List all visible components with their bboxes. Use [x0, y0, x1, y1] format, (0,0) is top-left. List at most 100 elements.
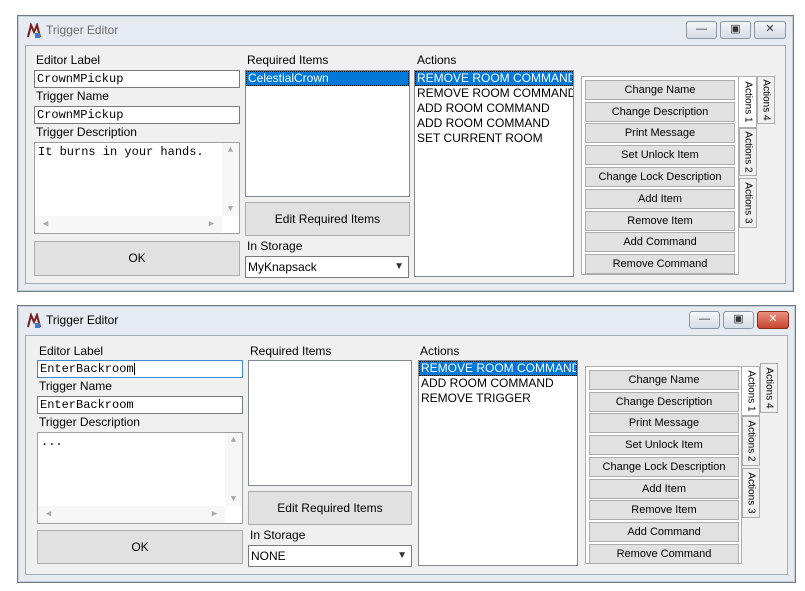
window-title: Trigger Editor — [46, 23, 119, 37]
remove-item-button[interactable]: Remove Item — [589, 500, 739, 520]
trigger-name-field[interactable]: EnterBackroom — [37, 396, 243, 414]
close-icon: ✕ — [765, 23, 775, 35]
remove-item-button[interactable]: Remove Item — [585, 211, 735, 231]
maximize-icon: ▣ — [730, 23, 741, 35]
list-item[interactable]: REMOVE TRIGGER — [419, 391, 577, 406]
maximize-icon: ▣ — [733, 313, 744, 325]
list-item[interactable]: REMOVE ROOM COMMAND — [419, 361, 577, 376]
add-item-button[interactable]: Add Item — [589, 479, 739, 499]
window-client: Editor Label EnterBackroom Trigger Name … — [25, 335, 788, 575]
tab-actions-4[interactable]: Actions 4 — [757, 76, 775, 124]
actions-list[interactable]: REMOVE ROOM COMMAND REMOVE ROOM COMMAND … — [414, 70, 574, 277]
list-item[interactable]: CelestialCrown — [246, 71, 409, 86]
tab-actions-1[interactable]: Actions 1 — [739, 76, 757, 128]
change-lock-description-button[interactable]: Change Lock Description — [585, 167, 735, 187]
tab-actions-2[interactable]: Actions 2 — [742, 416, 760, 466]
scroll-up-icon[interactable]: ▲ — [222, 145, 239, 155]
add-command-button[interactable]: Add Command — [589, 522, 739, 542]
add-command-button[interactable]: Add Command — [585, 232, 735, 252]
required-items-list[interactable] — [248, 360, 412, 486]
trigger-description-field[interactable]: It burns in your hands. ▲ ▼ ◀ ▶ — [34, 142, 240, 234]
scroll-right-icon[interactable]: ▶ — [206, 509, 223, 519]
tab-actions-3[interactable]: Actions 3 — [739, 178, 757, 228]
tab-actions-1[interactable]: Actions 1 — [742, 366, 760, 416]
ok-button[interactable]: OK — [34, 241, 240, 276]
set-unlock-item-button[interactable]: Set Unlock Item — [589, 435, 739, 455]
text-caret — [133, 362, 135, 375]
tab-actions-2[interactable]: Actions 2 — [739, 128, 757, 176]
required-items-caption: Required Items — [250, 344, 332, 358]
minimize-icon: — — [699, 313, 710, 325]
list-item[interactable]: REMOVE ROOM COMMAND — [415, 86, 573, 101]
tab-actions-3[interactable]: Actions 3 — [742, 468, 760, 518]
scroll-down-icon[interactable]: ▼ — [225, 494, 242, 504]
window-client: Editor Label CrownMPickup Trigger Name C… — [25, 45, 786, 284]
scroll-left-icon[interactable]: ◀ — [40, 509, 57, 519]
change-lock-description-button[interactable]: Change Lock Description — [589, 457, 739, 477]
trigger-description-caption: Trigger Description — [36, 125, 137, 139]
horizontal-scrollbar[interactable]: ◀ ▶ — [35, 216, 222, 233]
chevron-down-icon: ▼ — [397, 550, 407, 561]
trigger-name-caption: Trigger Name — [39, 379, 112, 393]
trigger-description-text: ... — [41, 435, 63, 449]
app-icon — [27, 23, 41, 38]
minimize-button[interactable]: — — [689, 311, 720, 329]
editor-label-caption: Editor Label — [36, 53, 101, 67]
tab-actions-4[interactable]: Actions 4 — [760, 363, 778, 413]
list-item[interactable]: ADD ROOM COMMAND — [415, 101, 573, 116]
maximize-button[interactable]: ▣ — [723, 311, 754, 329]
edit-required-items-button[interactable]: Edit Required Items — [245, 202, 410, 236]
chevron-down-icon: ▼ — [394, 261, 404, 272]
ok-button[interactable]: OK — [37, 530, 243, 564]
trigger-name-caption: Trigger Name — [36, 89, 109, 103]
in-storage-select[interactable]: MyKnapsack ▼ — [245, 256, 409, 278]
print-message-button[interactable]: Print Message — [585, 123, 735, 143]
in-storage-caption: In Storage — [250, 528, 306, 542]
close-button[interactable]: ✕ — [757, 311, 789, 329]
close-button[interactable]: ✕ — [754, 21, 786, 39]
edit-required-items-button[interactable]: Edit Required Items — [248, 491, 412, 525]
trigger-editor-window-1: Trigger Editor — ▣ ✕ Editor Label CrownM… — [17, 15, 794, 292]
add-item-button[interactable]: Add Item — [585, 189, 735, 209]
list-item[interactable]: REMOVE ROOM COMMAND — [415, 71, 573, 86]
minimize-icon: — — [696, 23, 707, 35]
required-items-list[interactable]: CelestialCrown — [245, 70, 410, 197]
scroll-up-icon[interactable]: ▲ — [225, 435, 242, 445]
change-description-button[interactable]: Change Description — [585, 102, 735, 122]
print-message-button[interactable]: Print Message — [589, 413, 739, 433]
change-name-button[interactable]: Change Name — [589, 370, 739, 390]
remove-command-button[interactable]: Remove Command — [589, 544, 739, 564]
minimize-button[interactable]: — — [686, 21, 717, 39]
editor-label-field[interactable]: EnterBackroom — [37, 360, 243, 378]
change-name-button[interactable]: Change Name — [585, 80, 735, 100]
in-storage-value: NONE — [251, 549, 286, 563]
title-bar[interactable]: Trigger Editor — ▣ ✕ — [18, 306, 795, 336]
in-storage-select[interactable]: NONE ▼ — [248, 545, 412, 567]
trigger-editor-window-2: Trigger Editor — ▣ ✕ Editor Label EnterB… — [17, 305, 796, 583]
maximize-button[interactable]: ▣ — [720, 21, 751, 39]
remove-command-button[interactable]: Remove Command — [585, 254, 735, 274]
vertical-scrollbar[interactable]: ▲ ▼ — [222, 143, 239, 216]
change-description-button[interactable]: Change Description — [589, 392, 739, 412]
vertical-scrollbar[interactable]: ▲ ▼ — [225, 433, 242, 506]
trigger-description-text: It burns in your hands. — [38, 145, 204, 159]
horizontal-scrollbar[interactable]: ◀ ▶ — [38, 506, 225, 523]
scroll-left-icon[interactable]: ◀ — [37, 219, 54, 229]
actions-list[interactable]: REMOVE ROOM COMMAND ADD ROOM COMMAND REM… — [418, 360, 578, 566]
scroll-down-icon[interactable]: ▼ — [222, 204, 239, 214]
trigger-name-field[interactable]: CrownMPickup — [34, 106, 240, 124]
title-bar[interactable]: Trigger Editor — ▣ ✕ — [18, 16, 793, 46]
editor-label-caption: Editor Label — [39, 344, 104, 358]
set-unlock-item-button[interactable]: Set Unlock Item — [585, 145, 735, 165]
scroll-right-icon[interactable]: ▶ — [203, 219, 220, 229]
actions-caption: Actions — [420, 344, 460, 358]
editor-label-field[interactable]: CrownMPickup — [34, 70, 240, 88]
actions-tab-panel: Change Name Change Description Print Mes… — [581, 76, 739, 275]
in-storage-value: MyKnapsack — [248, 260, 317, 274]
in-storage-caption: In Storage — [247, 239, 303, 253]
list-item[interactable]: SET CURRENT ROOM — [415, 131, 573, 146]
trigger-description-caption: Trigger Description — [39, 415, 140, 429]
list-item[interactable]: ADD ROOM COMMAND — [419, 376, 577, 391]
trigger-description-field[interactable]: ... ▲ ▼ ◀ ▶ — [37, 432, 243, 524]
list-item[interactable]: ADD ROOM COMMAND — [415, 116, 573, 131]
